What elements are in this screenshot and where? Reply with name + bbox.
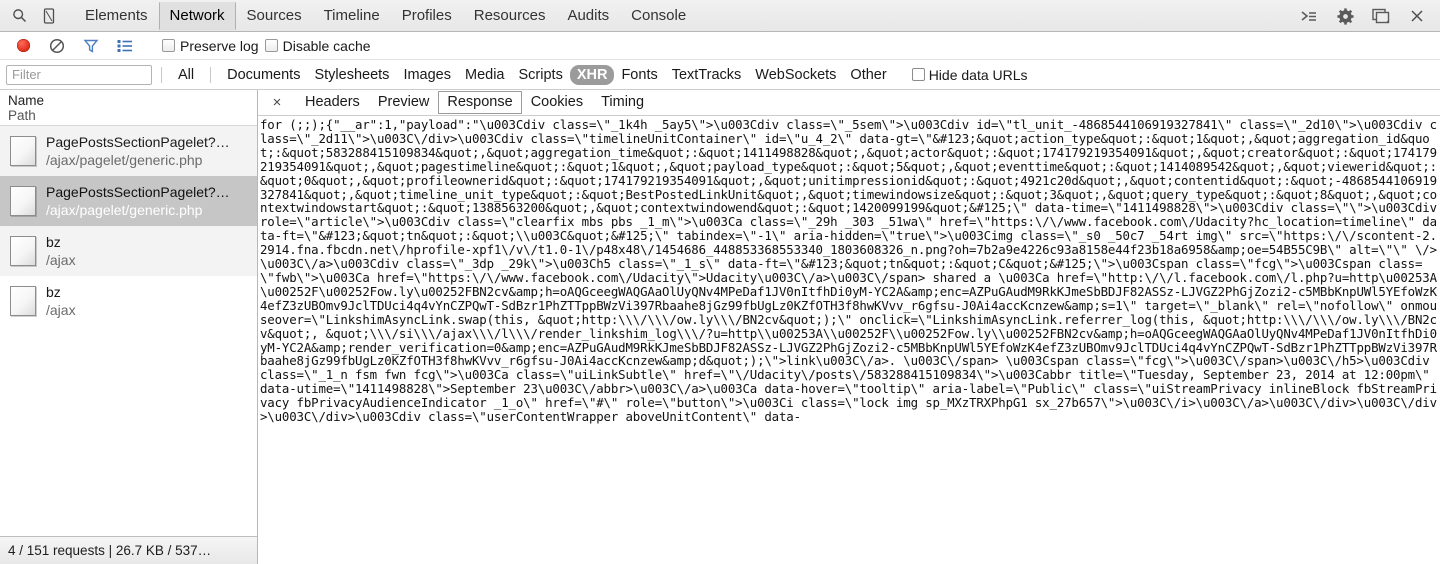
request-name: bz bbox=[46, 234, 61, 250]
checkbox-icon bbox=[264, 39, 278, 52]
response-body-text[interactable]: for (;;);{"__ar":1,"payload":"\u003Cdiv … bbox=[258, 116, 1440, 564]
request-detail-pane: × Headers Preview Response Cookies Timin… bbox=[258, 90, 1440, 564]
tab-resources[interactable]: Resources bbox=[463, 2, 557, 30]
preserve-log-label: Preserve log bbox=[180, 37, 259, 54]
document-icon bbox=[10, 186, 36, 216]
tab-audits[interactable]: Audits bbox=[556, 2, 620, 30]
request-name: PagePostsSectionPagelet?… bbox=[46, 134, 230, 150]
table-row[interactable]: bz /ajax bbox=[0, 226, 257, 276]
disable-cache-checkbox[interactable]: Disable cache bbox=[264, 37, 371, 54]
tab-headers[interactable]: Headers bbox=[296, 91, 369, 114]
document-icon bbox=[10, 286, 36, 316]
filter-other[interactable]: Other bbox=[843, 65, 893, 85]
request-summary: 4 / 151 requests | 26.7 KB / 537… bbox=[8, 543, 212, 558]
filter-scripts[interactable]: Scripts bbox=[512, 65, 570, 85]
clear-button[interactable] bbox=[40, 33, 74, 59]
request-text: bz /ajax bbox=[46, 233, 76, 269]
tab-cookies[interactable]: Cookies bbox=[522, 91, 592, 114]
tab-timing[interactable]: Timing bbox=[592, 91, 653, 114]
tab-sources[interactable]: Sources bbox=[236, 2, 313, 30]
tab-console[interactable]: Console bbox=[620, 2, 697, 30]
dock-side-icon[interactable] bbox=[1364, 2, 1398, 30]
close-icon[interactable]: × bbox=[266, 93, 288, 113]
network-controls-bar: Preserve log Disable cache bbox=[0, 32, 1440, 60]
column-header-path[interactable]: Path bbox=[8, 108, 249, 123]
tab-profiles[interactable]: Profiles bbox=[391, 2, 463, 30]
table-row[interactable]: PagePostsSectionPagelet?… /ajax/pagelet/… bbox=[0, 126, 257, 176]
request-path: /ajax/pagelet/generic.php bbox=[46, 202, 203, 218]
request-name: bz bbox=[46, 284, 61, 300]
divider bbox=[161, 66, 162, 83]
filter-websockets[interactable]: WebSockets bbox=[748, 65, 843, 85]
resource-type-filter-bar: All Documents Stylesheets Images Media S… bbox=[0, 60, 1440, 90]
request-path: /ajax bbox=[46, 302, 76, 318]
search-icon[interactable] bbox=[4, 2, 34, 30]
gear-icon[interactable] bbox=[1328, 2, 1362, 30]
panel-tab-list: Elements Network Sources Timeline Profil… bbox=[74, 1, 697, 30]
filter-input[interactable] bbox=[6, 64, 152, 85]
tab-preview[interactable]: Preview bbox=[369, 91, 439, 114]
filter-all[interactable]: All bbox=[171, 65, 201, 85]
filter-toggle-button[interactable] bbox=[74, 33, 108, 59]
request-path: /ajax bbox=[46, 252, 76, 268]
checkbox-icon bbox=[162, 39, 175, 52]
requests-pane: Name Path PagePostsSectionPagelet?… /aja… bbox=[0, 90, 258, 564]
divider bbox=[210, 66, 212, 83]
filter-stylesheets[interactable]: Stylesheets bbox=[307, 65, 396, 85]
filter-media[interactable]: Media bbox=[458, 65, 512, 85]
request-text: PagePostsSectionPagelet?… /ajax/pagelet/… bbox=[46, 133, 230, 169]
filter-images[interactable]: Images bbox=[396, 65, 458, 85]
filter-xhr[interactable]: XHR bbox=[569, 64, 615, 85]
column-header-name[interactable]: Name bbox=[8, 93, 249, 108]
request-text: bz /ajax bbox=[46, 283, 76, 319]
devtools-window: Elements Network Sources Timeline Profil… bbox=[0, 0, 1440, 564]
document-icon bbox=[10, 236, 36, 266]
device-mode-icon[interactable] bbox=[34, 2, 64, 30]
close-icon[interactable] bbox=[1400, 2, 1434, 30]
show-drawer-icon[interactable] bbox=[1292, 2, 1326, 30]
tab-timeline[interactable]: Timeline bbox=[313, 2, 391, 30]
tab-elements[interactable]: Elements bbox=[74, 2, 159, 30]
hide-data-urls-checkbox[interactable]: Hide data URLs bbox=[911, 66, 1028, 83]
request-path: /ajax/pagelet/generic.php bbox=[46, 152, 203, 168]
disable-cache-label: Disable cache bbox=[282, 37, 371, 54]
network-body: Name Path PagePostsSectionPagelet?… /aja… bbox=[0, 90, 1440, 564]
checkbox-icon bbox=[911, 68, 925, 81]
filter-fonts[interactable]: Fonts bbox=[614, 65, 664, 85]
record-button[interactable] bbox=[6, 33, 40, 59]
tab-network[interactable]: Network bbox=[158, 1, 236, 30]
table-row[interactable]: PagePostsSectionPagelet?… /ajax/pagelet/… bbox=[0, 176, 257, 226]
detail-tab-list: × Headers Preview Response Cookies Timin… bbox=[258, 90, 1440, 116]
panel-toolbar: Elements Network Sources Timeline Profil… bbox=[0, 0, 1440, 32]
request-text: PagePostsSectionPagelet?… /ajax/pagelet/… bbox=[46, 183, 230, 219]
requests-list[interactable]: PagePostsSectionPagelet?… /ajax/pagelet/… bbox=[0, 126, 257, 564]
table-row[interactable]: bz /ajax bbox=[0, 276, 257, 326]
hide-data-urls-label: Hide data URLs bbox=[928, 66, 1028, 83]
request-name: PagePostsSectionPagelet?… bbox=[46, 184, 230, 200]
requests-column-header: Name Path bbox=[0, 90, 257, 126]
toolbar-right-icons bbox=[1292, 0, 1434, 32]
group-by-frame-button[interactable] bbox=[108, 33, 142, 59]
tab-response[interactable]: Response bbox=[438, 91, 522, 114]
filter-documents[interactable]: Documents bbox=[220, 65, 307, 85]
filter-texttracks[interactable]: TextTracks bbox=[665, 65, 749, 85]
document-icon bbox=[10, 136, 36, 166]
record-icon bbox=[16, 39, 30, 52]
status-bar: 4 / 151 requests | 26.7 KB / 537… bbox=[0, 536, 258, 564]
preserve-log-checkbox[interactable]: Preserve log bbox=[162, 38, 259, 54]
